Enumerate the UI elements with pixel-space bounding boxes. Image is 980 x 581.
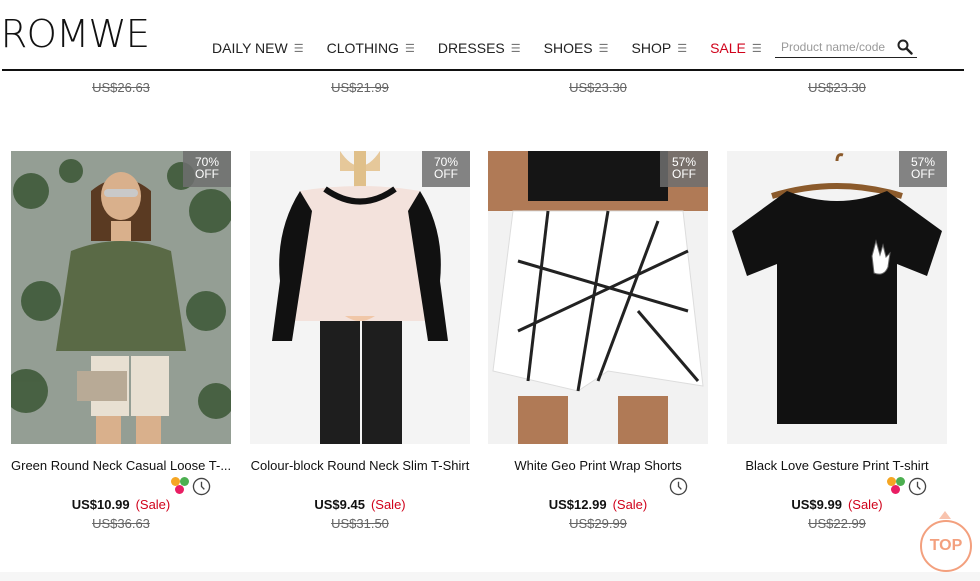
menu-icon: ☰ <box>293 42 304 55</box>
nav-sale[interactable]: SALE ☰ <box>710 40 762 56</box>
original-price: US$26.63 <box>92 80 150 95</box>
original-price: US$29.99 <box>569 516 627 531</box>
search-icon[interactable] <box>897 39 913 55</box>
discount-badge: 57% OFF <box>660 151 708 187</box>
clock-icon[interactable] <box>192 477 211 496</box>
menu-icon: ☰ <box>404 42 415 55</box>
header-divider <box>2 69 964 71</box>
sale-label: (Sale) <box>370 497 406 512</box>
product-title[interactable]: Green Round Neck Casual Loose T-... <box>11 458 231 473</box>
original-price: US$21.99 <box>331 80 389 95</box>
product-icons <box>488 475 708 497</box>
footer-strip <box>0 572 980 581</box>
product-image[interactable]: 70% OFF <box>11 151 231 444</box>
product-card[interactable]: 70% OFF Green Round Neck Casual Loose T-.… <box>11 151 231 531</box>
up-arrow-icon <box>939 511 951 519</box>
site-header: ROMWE DAILY NEW ☰ CLOTHING ☰ DRESSES ☰ SHOE… <box>0 0 980 72</box>
product-image[interactable]: 57% OFF <box>727 151 947 444</box>
sale-label: (Sale) <box>135 497 171 512</box>
original-price: US$22.99 <box>808 516 866 531</box>
discount-badge: 70% OFF <box>422 151 470 187</box>
product-icons <box>727 475 947 497</box>
previous-row-prices: US$26.63 US$21.99 US$23.30 US$23.30 <box>0 80 980 96</box>
menu-icon: ☰ <box>598 42 609 55</box>
sale-price: US$9.99 <box>791 497 842 512</box>
nav-shoes[interactable]: SHOES ☰ <box>544 40 609 56</box>
sale-price: US$12.99 <box>548 497 607 512</box>
nav-shop[interactable]: SHOP ☰ <box>632 40 688 56</box>
clock-icon[interactable] <box>908 477 927 496</box>
product-card[interactable]: 70% OFF Colour-block Round Neck Slim T-Sh… <box>250 151 470 531</box>
menu-icon: ☰ <box>677 42 688 55</box>
menu-icon: ☰ <box>510 42 521 55</box>
price-line: US$9.99 (Sale) <box>727 497 947 512</box>
sale-label: (Sale) <box>847 497 883 512</box>
site-logo[interactable]: ROMWE <box>1 12 151 56</box>
color-options-icon[interactable] <box>170 476 190 496</box>
nav-clothing[interactable]: CLOTHING ☰ <box>327 40 415 56</box>
product-card[interactable]: 57% OFF Black Love Gesture Print T-shirt … <box>727 151 947 531</box>
original-price: US$36.63 <box>92 516 150 531</box>
product-image[interactable]: 57% OFF <box>488 151 708 444</box>
product-card[interactable]: 57% OFF White Geo Print Wrap Shorts US$12… <box>488 151 708 531</box>
main-nav: DAILY NEW ☰ CLOTHING ☰ DRESSES ☰ SHOES ☰ SHO… <box>212 40 785 56</box>
discount-badge: 57% OFF <box>899 151 947 187</box>
back-to-top-button[interactable]: TOP <box>920 520 972 572</box>
clock-icon[interactable] <box>669 477 688 496</box>
search-input[interactable] <box>775 39 897 54</box>
sale-price: US$10.99 <box>71 497 130 512</box>
product-title[interactable]: White Geo Print Wrap Shorts <box>488 458 708 473</box>
product-title[interactable]: Black Love Gesture Print T-shirt <box>727 458 947 473</box>
price-line: US$9.45 (Sale) <box>250 497 470 512</box>
nav-dresses[interactable]: DRESSES ☰ <box>438 40 521 56</box>
original-price: US$23.30 <box>569 80 627 95</box>
product-image[interactable]: 70% OFF <box>250 151 470 444</box>
product-icons <box>11 475 231 497</box>
original-price: US$31.50 <box>331 516 389 531</box>
sale-price: US$9.45 <box>314 497 365 512</box>
price-line: US$12.99 (Sale) <box>488 497 708 512</box>
price-line: US$10.99 (Sale) <box>11 497 231 512</box>
product-title[interactable]: Colour-block Round Neck Slim T-Shirt <box>250 458 470 473</box>
menu-icon: ☰ <box>751 42 762 55</box>
discount-badge: 70% OFF <box>183 151 231 187</box>
color-options-icon[interactable] <box>886 476 906 496</box>
sale-label: (Sale) <box>612 497 648 512</box>
original-price: US$23.30 <box>808 80 866 95</box>
search-box <box>775 36 917 58</box>
product-icons <box>250 475 470 497</box>
nav-daily-new[interactable]: DAILY NEW ☰ <box>212 40 304 56</box>
